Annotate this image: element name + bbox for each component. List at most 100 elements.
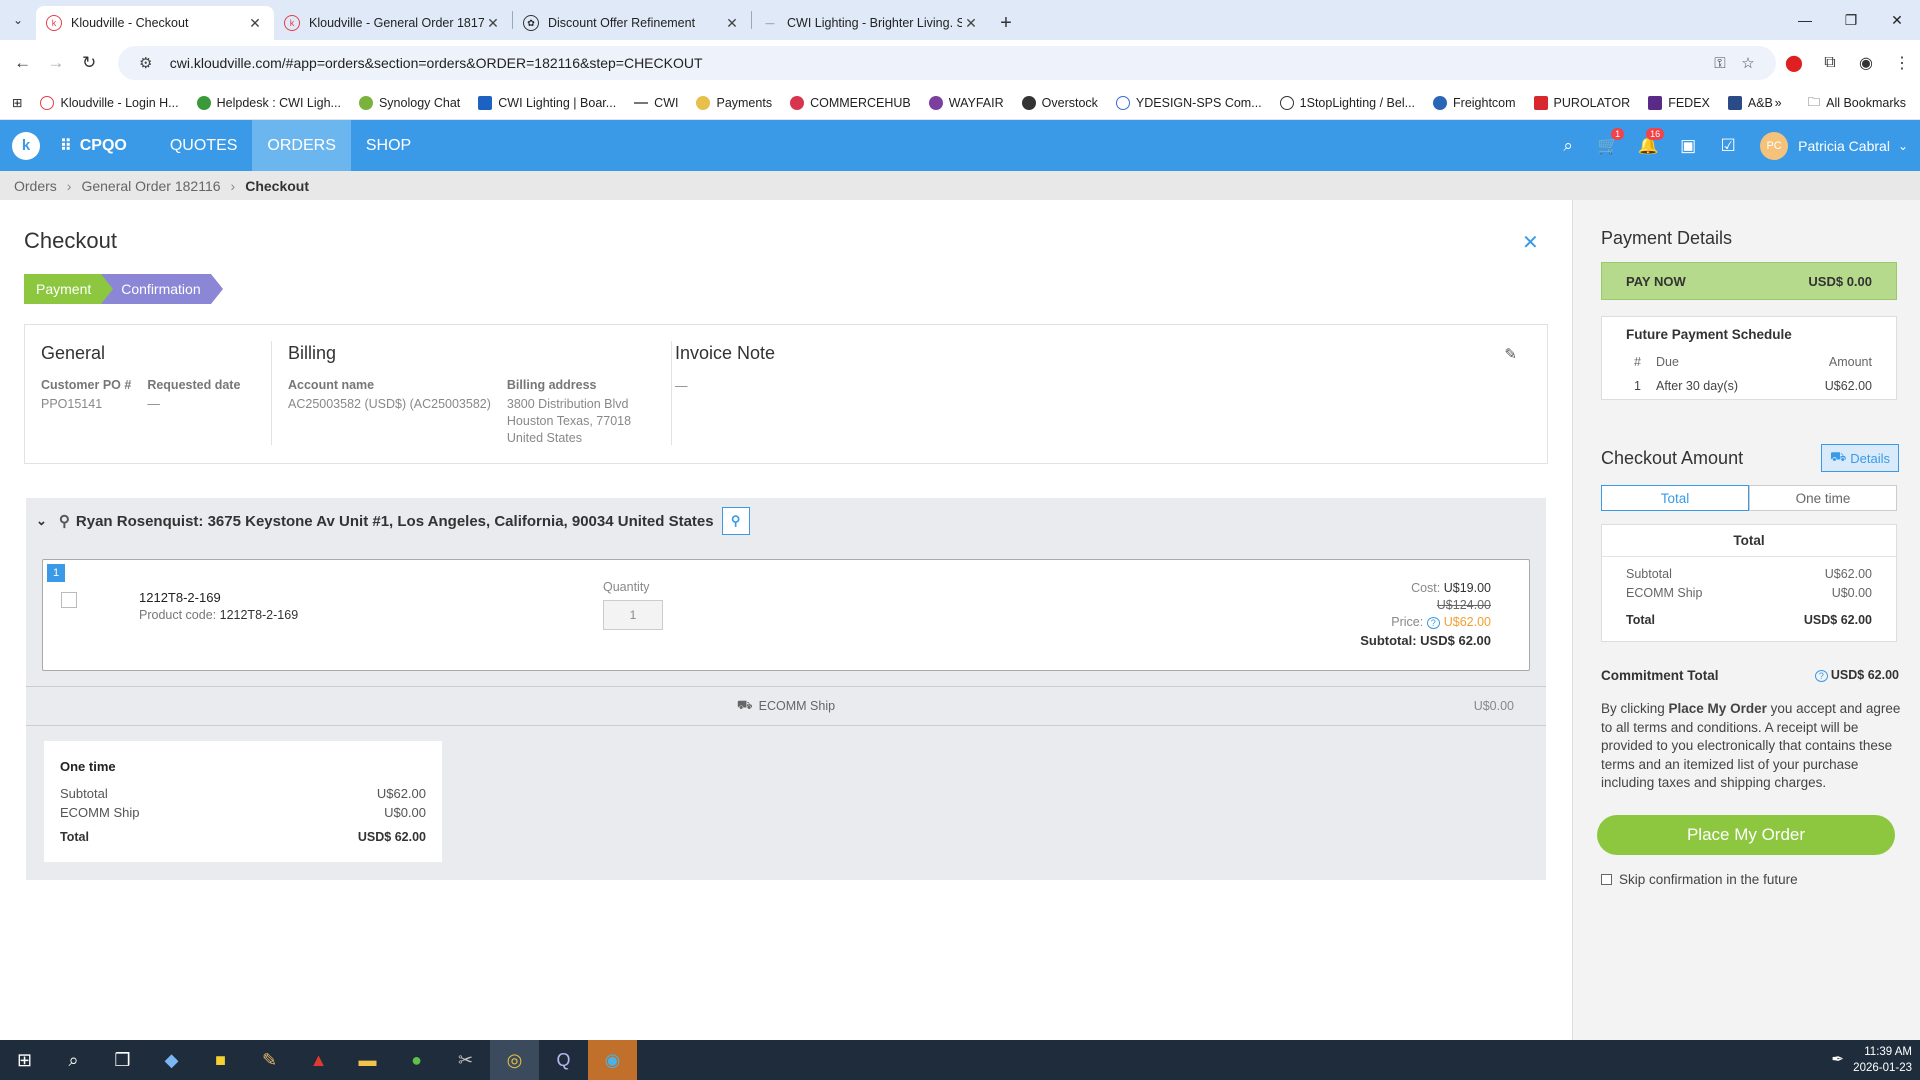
bookmark-item[interactable]: FEDEX <box>1648 95 1710 110</box>
close-icon[interactable]: ✕ <box>1522 230 1539 255</box>
skip-checkbox[interactable] <box>1601 874 1612 885</box>
truck-icon: ⛟ <box>1829 449 1847 464</box>
nav-quotes[interactable]: QUOTES <box>155 120 253 171</box>
browser-tab-3[interactable]: ✿ Discount Offer Refinement ✕ <box>513 6 751 40</box>
browser-tab-1[interactable]: k Kloudville - Checkout ✕ <box>36 6 274 40</box>
paint-icon[interactable]: ✎ <box>245 1040 294 1080</box>
bell-icon[interactable]: 🔔 16 <box>1628 127 1668 156</box>
place-order-button[interactable]: Place My Order <box>1597 815 1895 855</box>
calendar-icon[interactable]: ▣ <box>1668 136 1708 156</box>
product-name[interactable]: 1212T8-2-169 <box>139 590 221 605</box>
help-icon[interactable]: ? <box>1426 617 1440 629</box>
copilot-icon[interactable]: ◆ <box>147 1040 196 1080</box>
opera-extension-icon[interactable]: ⬤ <box>1776 53 1812 73</box>
clipboard-icon[interactable]: ☑ <box>1708 136 1748 156</box>
cart-icon[interactable]: 🛒 1 <box>1588 127 1628 156</box>
forward-icon[interactable]: → <box>41 48 70 78</box>
bookmark-item[interactable]: CWI <box>634 96 678 110</box>
quantity-field: 1 <box>603 600 663 630</box>
edge-icon[interactable]: ◉ <box>588 1040 637 1080</box>
pen-icon[interactable]: ✒ <box>1831 1050 1844 1068</box>
chevron-down-icon[interactable]: ⌄ <box>1898 139 1908 153</box>
sticky-notes-icon[interactable]: ■ <box>196 1040 245 1080</box>
close-tab-icon[interactable]: ✕ <box>246 15 264 32</box>
browser-tab-2[interactable]: k Kloudville - General Order 1817 ✕ <box>274 6 512 40</box>
search-icon[interactable]: ⌕ <box>1548 136 1588 156</box>
step-payment[interactable]: Payment <box>24 274 114 304</box>
app-switcher[interactable]: ⠿ CPQO <box>60 136 127 156</box>
bookmark-item[interactable]: CWI Lighting | Boar... <box>478 95 616 110</box>
file-explorer-icon[interactable]: ▬ <box>343 1040 392 1080</box>
new-tab-icon[interactable]: + <box>990 6 1022 40</box>
bookmark-item[interactable]: WAYFAIR <box>928 95 1004 110</box>
brand-label: CPQO <box>79 136 127 154</box>
kloudville-favicon-icon: k <box>284 15 300 31</box>
toggle-onetime[interactable]: One time <box>1749 485 1897 511</box>
site-info-icon[interactable]: ⚙ <box>132 54 160 72</box>
breadcrumb-orders[interactable]: Orders <box>14 178 57 194</box>
bookmark-item[interactable]: Freightcom <box>1433 95 1516 110</box>
commitment-value: USD$ 62.00 <box>1830 668 1899 682</box>
reload-icon[interactable]: ↻ <box>75 48 104 78</box>
bookmark-item[interactable]: Helpdesk : CWI Ligh... <box>196 95 341 110</box>
bookmark-item[interactable]: Kloudville - Login H... <box>40 95 179 110</box>
freightcom-icon <box>1433 95 1448 110</box>
nav-orders[interactable]: ORDERS <box>252 120 351 171</box>
help-icon[interactable]: ? <box>1814 670 1828 682</box>
close-tab-icon[interactable]: ✕ <box>723 15 741 32</box>
bookmark-item[interactable]: Payments <box>696 95 772 110</box>
map-pin-button[interactable]: ⚲ <box>721 507 750 535</box>
browser-tabstrip: ⌄ k Kloudville - Checkout ✕ k Kloudville… <box>0 0 1920 40</box>
bookmark-star-icon[interactable]: ☆ <box>1734 54 1762 72</box>
bookmark-item[interactable]: COMMERCEHUB <box>790 95 911 110</box>
bookmark-item[interactable]: PUROLATOR <box>1533 95 1630 110</box>
apps-grid-icon[interactable]: ⊞ <box>12 95 22 110</box>
snipping-icon[interactable]: ✂ <box>441 1040 490 1080</box>
shipment-header[interactable]: ⌄ ⚲ Ryan Rosenquist: 3675 Keystone Av Un… <box>26 498 1546 544</box>
app-q-icon[interactable]: Q <box>539 1040 588 1080</box>
windows-start-icon[interactable]: ⊞ <box>0 1040 49 1080</box>
onetime-total: USD$ 62.00 <box>357 830 426 844</box>
user-menu[interactable]: Patricia Cabral <box>1798 138 1890 154</box>
bookmark-item[interactable]: Overstock <box>1021 95 1098 110</box>
bookmark-item[interactable]: Synology Chat <box>358 95 460 110</box>
restore-icon[interactable]: ❐ <box>1828 0 1874 40</box>
bookmark-item[interactable]: A&B <box>1727 95 1773 110</box>
minimize-icon[interactable]: — <box>1782 0 1828 40</box>
browser-menu-icon[interactable]: ⋮ <box>1884 53 1920 73</box>
user-avatar[interactable]: PC <box>1760 131 1789 160</box>
more-bookmarks-icon[interactable]: » <box>1775 96 1782 110</box>
all-bookmarks-link[interactable]: All Bookmarks <box>1826 96 1906 110</box>
search-icon[interactable]: ⌕ <box>49 1040 98 1080</box>
browser-tab-4[interactable]: — CWI Lighting - Brighter Living. S ✕ <box>752 6 990 40</box>
close-tab-icon[interactable]: ✕ <box>962 15 980 32</box>
tab-search-icon[interactable]: ⌄ <box>0 0 36 40</box>
toggle-total[interactable]: Total <box>1601 485 1749 511</box>
back-icon[interactable]: ← <box>8 48 37 78</box>
chrome-icon[interactable]: ◎ <box>490 1040 539 1080</box>
bookmark-item[interactable]: YDESIGN-SPS Com... <box>1115 95 1262 110</box>
edit-pencil-icon[interactable]: ✎ <box>1504 345 1517 363</box>
profile-avatar-icon[interactable]: ◉ <box>1848 53 1884 73</box>
acrobat-icon[interactable]: ▲ <box>294 1040 343 1080</box>
price-value: U$62.00 <box>1443 615 1491 629</box>
onetime-subtotal: U$62.00 <box>376 786 426 801</box>
task-view-icon[interactable]: ❒ <box>98 1040 147 1080</box>
close-window-icon[interactable]: ✕ <box>1874 0 1920 40</box>
chevron-down-icon[interactable]: ⌄ <box>36 513 47 529</box>
kloudville-logo-icon[interactable]: k <box>12 131 40 160</box>
breadcrumb-order[interactable]: General Order 182116 <box>81 178 220 194</box>
synology-icon <box>358 95 373 110</box>
bookmark-item[interactable]: 1StopLighting / Bel... <box>1279 95 1415 110</box>
close-tab-icon[interactable]: ✕ <box>484 15 502 32</box>
system-clock[interactable]: 11:39 AM 2026-01-23 <box>1853 1044 1912 1076</box>
nav-shop[interactable]: SHOP <box>351 120 426 171</box>
skip-confirmation[interactable]: Skip confirmation in the future <box>1601 872 1798 887</box>
step-confirmation[interactable]: Confirmation <box>101 274 224 304</box>
chat-icon[interactable]: ● <box>392 1040 441 1080</box>
password-key-icon[interactable]: ⚿ <box>1706 55 1734 72</box>
omnibox[interactable]: ⚙ cwi.kloudville.com/#app=orders&section… <box>117 46 1776 80</box>
url-text[interactable]: cwi.kloudville.com/#app=orders&section=o… <box>160 55 1706 71</box>
details-button[interactable]: ⛟ Details <box>1821 444 1899 472</box>
extensions-puzzle-icon[interactable]: ⧉ <box>1812 54 1848 72</box>
